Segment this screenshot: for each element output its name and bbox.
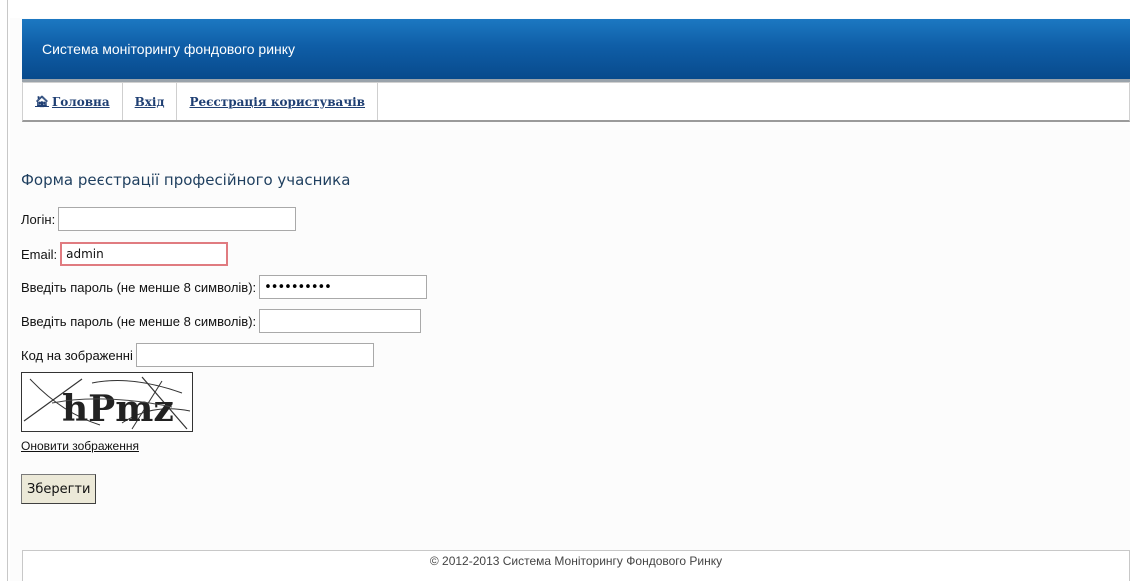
- captcha-row: Код на зображенні: [21, 343, 374, 367]
- home-icon: 🏠︎: [35, 95, 49, 108]
- nav-login-link[interactable]: Вхід: [123, 83, 178, 120]
- footer: © 2012-2013 Система Моніторингу Фондовог…: [22, 550, 1130, 581]
- captcha-graphic: hPmz: [23, 376, 191, 430]
- email-row: Email: admin: [21, 242, 229, 266]
- password-input[interactable]: ••••••••••: [259, 275, 428, 299]
- email-label: Email:: [21, 246, 58, 262]
- left-border: [7, 0, 8, 581]
- captcha-text: hPmz: [62, 388, 174, 430]
- password-mask: ••••••••••: [264, 279, 332, 295]
- captcha-label: Код на зображенні: [21, 347, 133, 363]
- login-input[interactable]: [58, 207, 297, 231]
- header-banner: Система моніторингу фондового ринку: [22, 19, 1130, 82]
- password-confirm-label: Введіть пароль (не менше 8 символів):: [21, 313, 257, 329]
- nav-register-link[interactable]: Реєстрація користувачів: [177, 83, 379, 120]
- footer-copyright: © 2012-2013 Система Моніторингу Фондовог…: [429, 554, 723, 568]
- page-container: Система моніторингу фондового ринку 🏠︎ Г…: [10, 18, 1130, 581]
- password-confirm-row: Введіть пароль (не менше 8 символів):: [21, 309, 422, 333]
- captcha-image: hPmz: [21, 372, 193, 432]
- save-button[interactable]: Зберегти: [21, 474, 97, 504]
- password-confirm-input[interactable]: [259, 309, 422, 333]
- site-title: Система моніторингу фондового ринку: [42, 41, 296, 57]
- nav-home-link[interactable]: 🏠︎ Головна: [23, 83, 123, 120]
- login-row: Логін:: [21, 207, 297, 231]
- form-title: Форма реєстрації професійного учасника: [21, 171, 351, 189]
- email-input[interactable]: admin: [60, 242, 229, 266]
- login-label: Логін:: [21, 211, 56, 227]
- password-row: Введіть пароль (не менше 8 символів): ••…: [21, 275, 428, 299]
- main-nav: 🏠︎ Головна Вхід Реєстрація користувачів: [22, 82, 1130, 122]
- refresh-captcha-link[interactable]: Оновити зображення: [21, 439, 139, 453]
- captcha-input[interactable]: [135, 343, 374, 367]
- password-label: Введіть пароль (не менше 8 символів):: [21, 279, 257, 295]
- nav-home-label: Головна: [51, 94, 110, 109]
